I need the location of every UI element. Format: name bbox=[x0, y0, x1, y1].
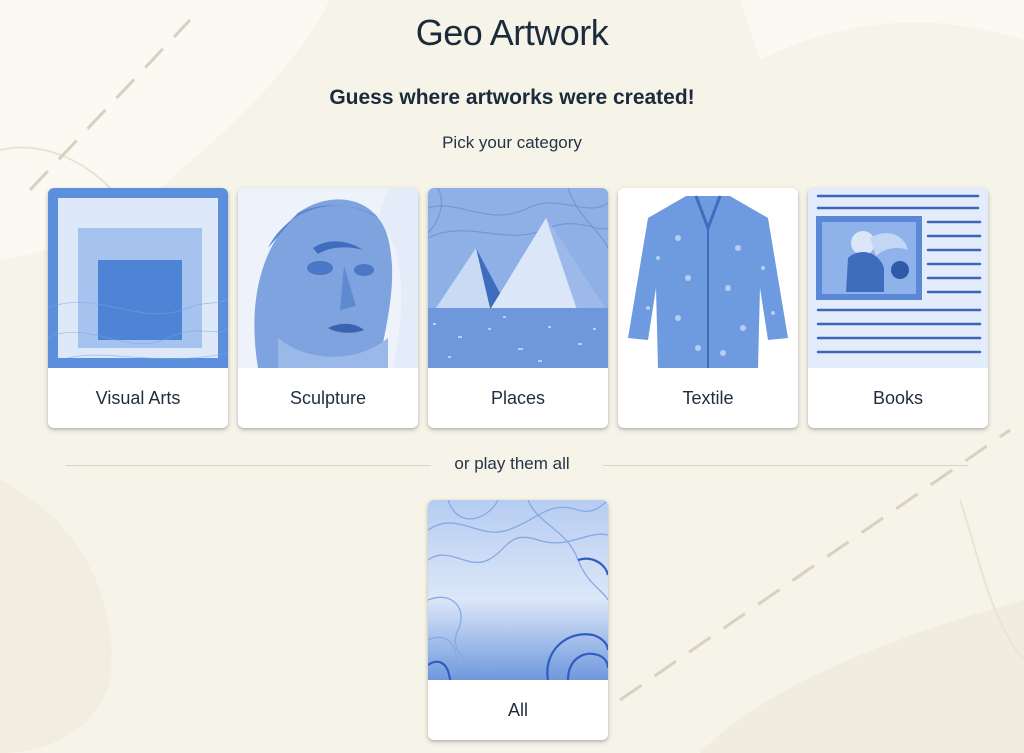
category-card-textile[interactable]: Textile bbox=[618, 188, 798, 428]
robe-thumbnail bbox=[618, 188, 798, 368]
category-label: Visual Arts bbox=[95, 388, 181, 408]
statue-head-thumbnail bbox=[238, 188, 418, 368]
category-card-visual-arts[interactable]: Visual Arts bbox=[48, 188, 228, 428]
page-subtitle: Guess where artworks were created! bbox=[329, 86, 695, 109]
category-card-all[interactable]: All bbox=[428, 500, 608, 740]
category-label: Textile bbox=[682, 388, 734, 408]
pyramids-thumbnail bbox=[428, 188, 608, 368]
abstract-squares-thumbnail bbox=[48, 188, 228, 368]
topographic-map-thumbnail bbox=[428, 500, 608, 680]
category-card-places[interactable]: Places bbox=[428, 188, 608, 428]
category-label: Places bbox=[490, 388, 546, 408]
category-label: Sculpture bbox=[289, 388, 367, 408]
category-card-books[interactable]: Books bbox=[808, 188, 988, 428]
play-all-text: or play them all bbox=[454, 454, 570, 473]
category-prompt: Pick your category bbox=[442, 133, 582, 152]
manuscript-thumbnail bbox=[808, 188, 988, 368]
page-title: Geo Artwork bbox=[415, 12, 609, 53]
category-label: Books bbox=[872, 388, 924, 408]
category-card-sculpture[interactable]: Sculpture bbox=[238, 188, 418, 428]
category-label: All bbox=[507, 700, 528, 720]
